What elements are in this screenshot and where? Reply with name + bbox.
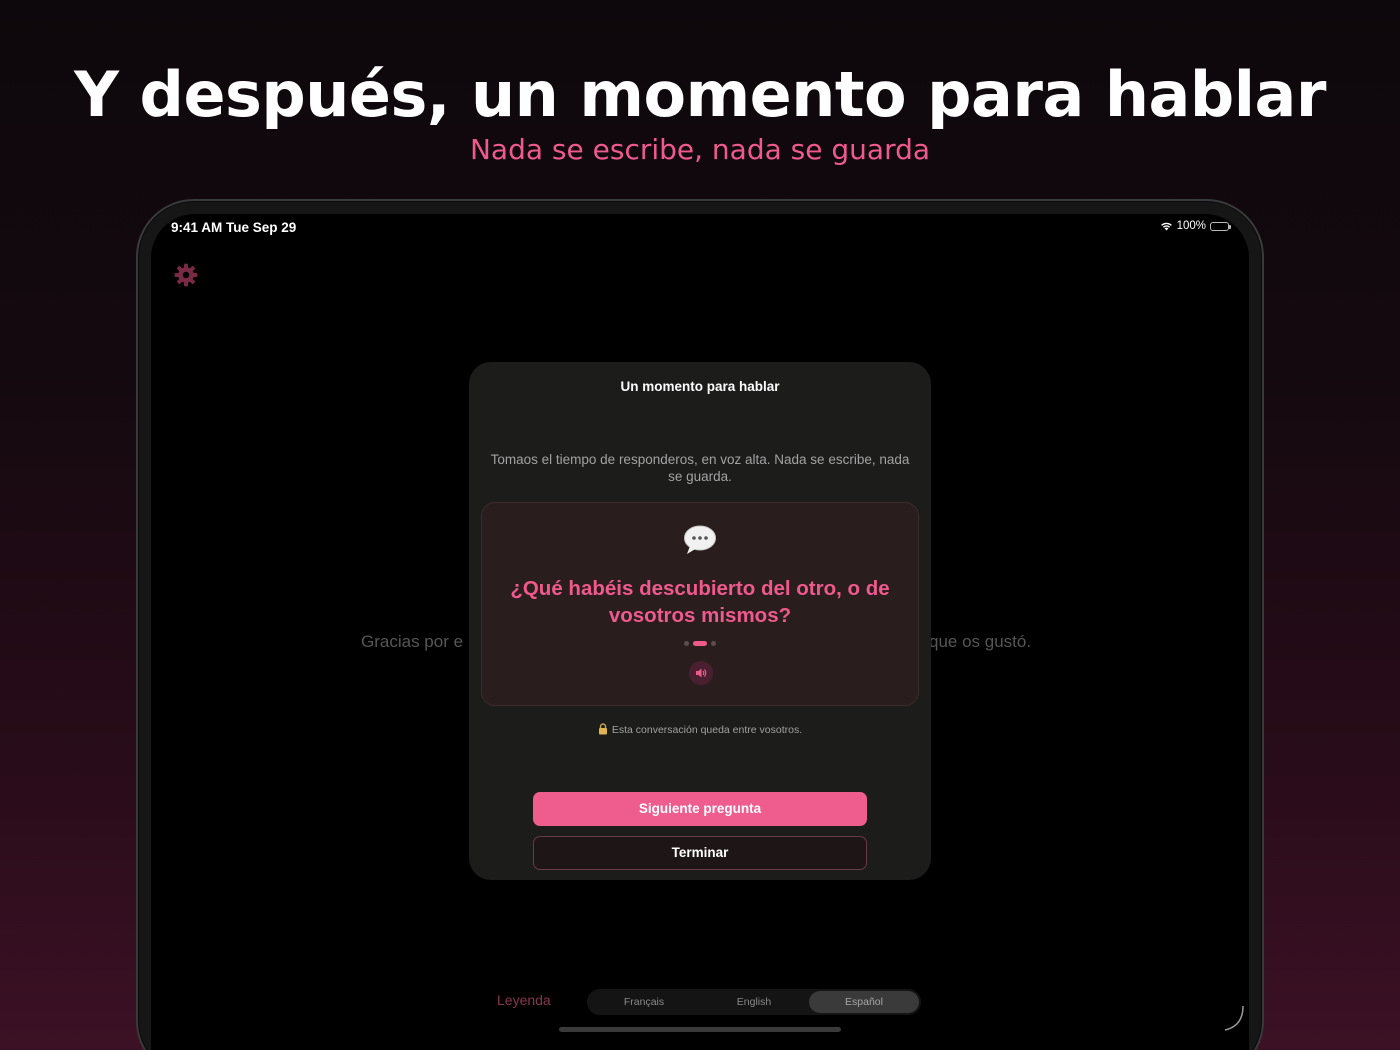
pager-dot — [684, 641, 689, 646]
next-question-button[interactable]: Siguiente pregunta — [533, 792, 867, 826]
promo-headline: Y después, un momento para hablar — [74, 58, 1326, 131]
read-aloud-button[interactable] — [689, 661, 713, 685]
status-indicators: 100% — [1160, 220, 1231, 232]
status-time: 9:41 AM Tue Sep 29 — [171, 220, 297, 235]
finish-button[interactable]: Terminar — [533, 836, 867, 870]
question-card: ¿Qué habéis descubierto del otro, o de v… — [481, 502, 919, 706]
speaker-icon — [696, 668, 707, 678]
language-option-spanish[interactable]: Español — [809, 991, 919, 1013]
battery-icon — [1210, 221, 1231, 231]
wifi-icon — [1160, 222, 1172, 231]
gear-icon[interactable] — [173, 262, 199, 288]
talk-moment-dialog: Un momento para hablar Tomaos el tiempo … — [469, 362, 931, 880]
dialog-title: Un momento para hablar — [620, 379, 780, 394]
language-option-french[interactable]: Français — [589, 991, 699, 1013]
speech-bubble-icon — [684, 525, 716, 554]
lock-icon — [598, 723, 607, 735]
battery-percent: 100% — [1176, 220, 1206, 232]
pager-dot-active — [693, 641, 707, 646]
tablet-screen: 9:41 AM Tue Sep 29 100% Gracias por e qu… — [151, 214, 1249, 1050]
pager-dot — [711, 641, 716, 646]
background-text-right: que os gustó. — [929, 632, 1032, 651]
home-indicator[interactable] — [559, 1027, 841, 1032]
legend-link[interactable]: Leyenda — [497, 992, 551, 1008]
language-option-english[interactable]: English — [699, 991, 809, 1013]
pencil-hover-indicator — [1224, 1005, 1244, 1031]
privacy-note: Esta conversación queda entre vosotros. — [469, 723, 931, 736]
dialog-description: Tomaos el tiempo de responderos, en voz … — [490, 452, 910, 484]
question-text: ¿Qué habéis descubierto del otro, o de v… — [510, 577, 890, 627]
privacy-note-text: Esta conversación queda entre vosotros. — [611, 724, 803, 736]
promo-subheadline: Nada se escribe, nada se guarda — [469, 133, 931, 166]
question-pager — [482, 641, 918, 646]
language-selector: Français English Español — [587, 989, 921, 1015]
background-text-left: Gracias por e — [361, 632, 464, 651]
